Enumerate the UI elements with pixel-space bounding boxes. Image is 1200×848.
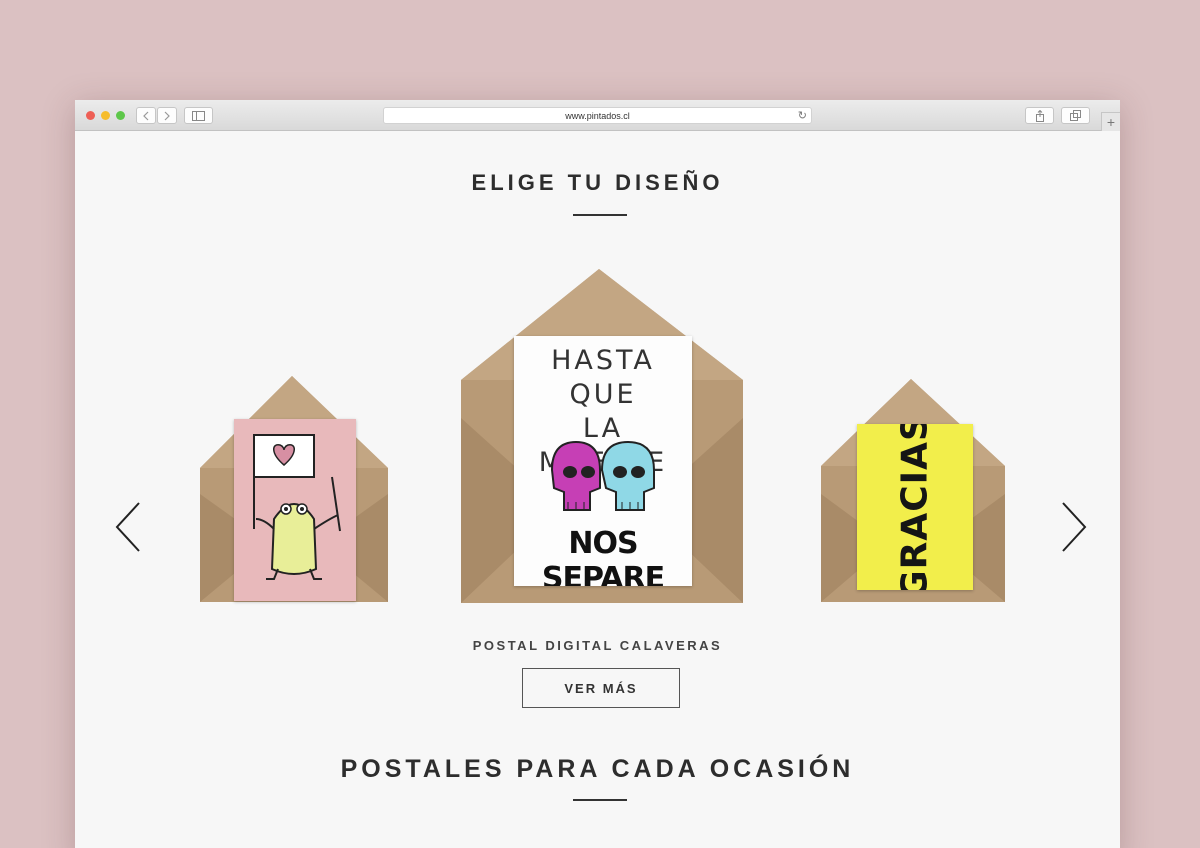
carousel-item-left[interactable] xyxy=(200,374,390,604)
chevron-right-icon xyxy=(164,111,170,120)
carousel-item-center[interactable]: HASTA QUE LA MUERTE NOS SEPARE xyxy=(461,268,745,604)
section-title: POSTALES PARA CADA OCASIÓN xyxy=(340,755,855,783)
forward-button[interactable] xyxy=(157,107,177,124)
browser-window: www.pintados.cl ↻ + ELIGE TU DISEÑO HAST… xyxy=(75,100,1120,848)
postal-gracias-card: GRACIAS xyxy=(857,424,973,590)
plus-icon: + xyxy=(1106,114,1116,130)
card-text-line-1: HASTA QUE xyxy=(551,345,655,410)
share-icon xyxy=(1035,109,1044,122)
browser-toolbar: www.pintados.cl ↻ + xyxy=(75,100,1120,131)
zoom-button[interactable] xyxy=(116,111,125,120)
chevron-left-icon[interactable] xyxy=(113,500,143,554)
chevron-right-icon[interactable] xyxy=(1059,500,1089,554)
address-bar[interactable]: www.pintados.cl ↻ xyxy=(383,107,812,124)
url-text: www.pintados.cl xyxy=(565,110,630,121)
carousel-item-right[interactable]: GRACIAS xyxy=(821,378,1007,604)
skulls-illustration xyxy=(550,440,655,511)
carousel-caption: POSTAL DIGITAL CALAVERAS xyxy=(472,638,723,653)
new-tab-button[interactable]: + xyxy=(1101,112,1120,131)
sidebar-button[interactable] xyxy=(184,107,213,124)
close-button[interactable] xyxy=(86,111,95,120)
section-title-underline xyxy=(573,799,627,801)
back-button[interactable] xyxy=(136,107,156,124)
card-text-bottom: NOS SEPARE xyxy=(541,526,665,586)
share-button[interactable] xyxy=(1025,107,1054,124)
ver-mas-button[interactable]: VER MÁS xyxy=(522,668,680,708)
page-title: ELIGE TU DISEÑO xyxy=(471,170,724,195)
tabs-button[interactable] xyxy=(1061,107,1090,124)
tabs-icon xyxy=(1069,110,1081,121)
chevron-left-icon xyxy=(143,111,149,120)
postal-rana-card xyxy=(234,419,356,601)
card-text-gracias: GRACIAS xyxy=(894,424,936,590)
frog-illustration xyxy=(253,434,341,580)
title-underline xyxy=(573,214,627,216)
reload-icon[interactable]: ↻ xyxy=(798,109,807,122)
sidebar-icon xyxy=(192,110,205,121)
postal-calaveras-card: HASTA QUE LA MUERTE NOS SEPARE xyxy=(514,336,692,586)
minimize-button[interactable] xyxy=(101,111,110,120)
